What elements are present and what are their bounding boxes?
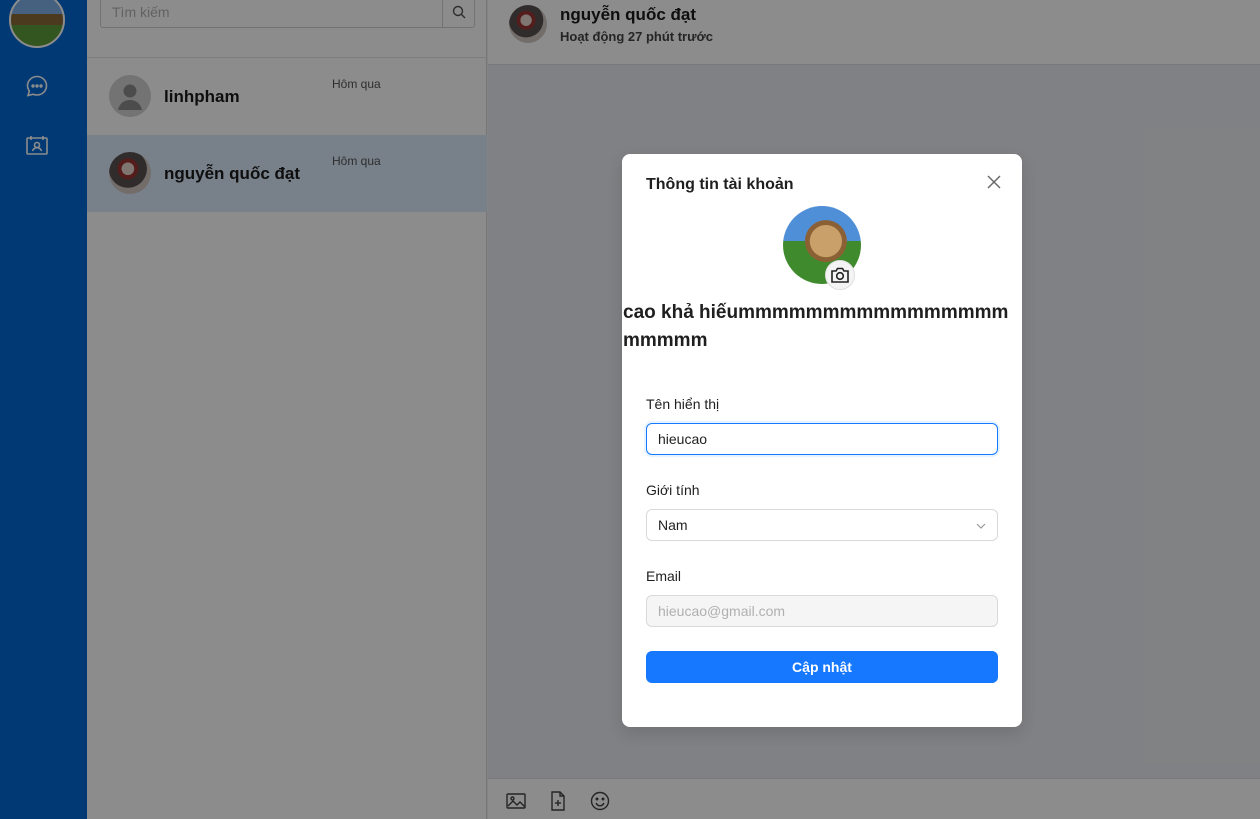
update-button[interactable]: Cập nhật — [646, 651, 998, 683]
gender-selected-value: Nam — [658, 517, 688, 533]
close-icon[interactable] — [984, 172, 1004, 192]
account-info-modal: Thông tin tài khoản cao khả hiếummmmmmmm… — [622, 154, 1022, 727]
display-name-label: Tên hiển thị — [646, 396, 720, 412]
email-input — [647, 596, 997, 626]
display-name-field — [646, 423, 998, 455]
email-label: Email — [646, 568, 682, 584]
camera-icon[interactable] — [825, 260, 855, 290]
chevron-down-icon — [975, 519, 987, 531]
modal-title: Thông tin tài khoản — [646, 176, 794, 193]
display-name-input[interactable] — [647, 424, 997, 454]
profile-display-name: cao khả hiếummmmmmmmmmmmmmmmmmmmm — [623, 302, 1009, 351]
gender-label: Giới tính — [646, 482, 700, 498]
gender-select[interactable]: Nam — [646, 509, 998, 541]
email-field — [646, 595, 998, 627]
